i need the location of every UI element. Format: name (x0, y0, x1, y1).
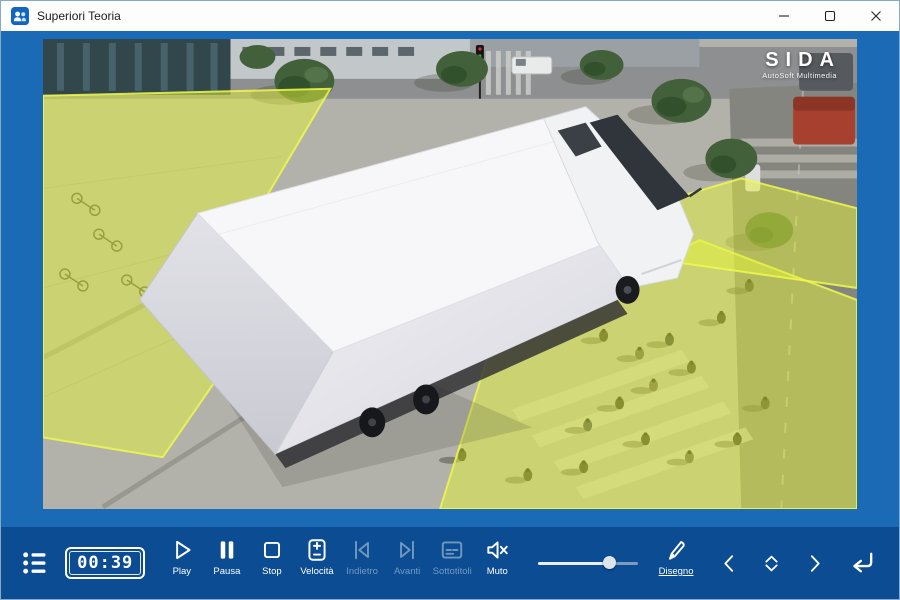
subtitles-label: Sottotitoli (433, 566, 472, 577)
window-controls (761, 1, 899, 31)
volume-slider-track[interactable] (538, 562, 638, 565)
close-icon (870, 10, 882, 22)
draw-button[interactable]: Disegno (654, 527, 699, 599)
player-toolbar: 00:39 Play Pausa Stop Velocità Indietro (1, 527, 899, 599)
title-bar: Superiori Teoria (1, 1, 899, 31)
exit-return-button[interactable] (835, 527, 887, 599)
return-arrow-icon (846, 548, 877, 579)
playlist-menu-button[interactable] (13, 527, 57, 599)
nav-expand-button[interactable] (751, 527, 793, 599)
play-label: Play (173, 566, 191, 577)
app-people-icon (11, 7, 29, 25)
speed-icon (304, 537, 330, 563)
sida-logo: SIDA AutoSoft Multimedia (758, 49, 841, 80)
maximize-button[interactable] (807, 1, 853, 31)
content-area: SIDA AutoSoft Multimedia (1, 31, 899, 527)
speed-label: Velocità (300, 566, 333, 577)
speed-button[interactable]: Velocità (294, 527, 339, 599)
stop-icon (259, 537, 285, 563)
chevron-up-down-icon (759, 551, 784, 576)
pause-label: Pausa (213, 566, 240, 577)
minimize-button[interactable] (761, 1, 807, 31)
nav-previous-button[interactable] (709, 527, 751, 599)
volume-slider[interactable] (538, 553, 638, 573)
play-icon (169, 537, 195, 563)
subtitles-button[interactable]: Sottotitoli (430, 527, 475, 599)
timer-value: 00:39 (69, 551, 141, 575)
draw-label: Disegno (659, 566, 694, 577)
video-frame-street-scene (43, 39, 857, 509)
timer-display: 00:39 (65, 547, 145, 579)
back-button[interactable]: Indietro (340, 527, 385, 599)
window-title: Superiori Teoria (37, 9, 121, 23)
pen-icon (663, 537, 689, 563)
volume-slider-fill (538, 562, 610, 565)
play-button[interactable]: Play (159, 527, 204, 599)
mute-button[interactable]: Muto (475, 527, 520, 599)
back-label: Indietro (346, 566, 378, 577)
skip-forward-icon (394, 537, 420, 563)
close-button[interactable] (853, 1, 899, 31)
stop-button[interactable]: Stop (249, 527, 294, 599)
subtitles-icon (439, 537, 465, 563)
chevron-right-icon (802, 551, 827, 576)
maximize-icon (824, 10, 836, 22)
pause-icon (214, 537, 240, 563)
mute-icon (484, 537, 510, 563)
skip-back-icon (349, 537, 375, 563)
sida-logo-text: SIDA (758, 49, 841, 72)
forward-label: Avanti (394, 566, 420, 577)
volume-slider-handle[interactable] (603, 556, 616, 569)
stop-label: Stop (262, 566, 282, 577)
video-player: SIDA AutoSoft Multimedia (43, 39, 857, 509)
playlist-menu-icon (21, 549, 49, 577)
mute-label: Muto (487, 566, 508, 577)
minimize-icon (778, 10, 790, 22)
forward-button[interactable]: Avanti (385, 527, 430, 599)
nav-next-button[interactable] (793, 527, 835, 599)
pause-button[interactable]: Pausa (204, 527, 249, 599)
app-window: Superiori Teoria (0, 0, 900, 600)
chevron-left-icon (717, 551, 742, 576)
sida-logo-subtitle: AutoSoft Multimedia (758, 71, 841, 80)
